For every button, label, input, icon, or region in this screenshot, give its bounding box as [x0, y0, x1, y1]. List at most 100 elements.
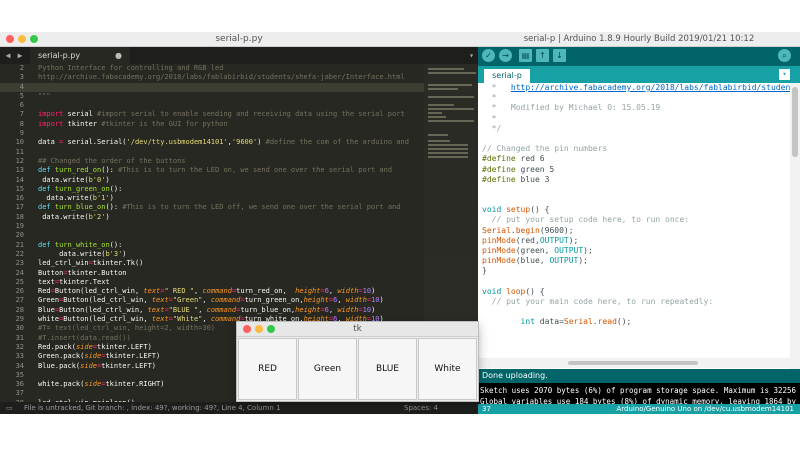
- line-number: 26: [15, 287, 24, 296]
- line-number: 33: [15, 352, 24, 361]
- line-number: 19: [15, 222, 24, 231]
- verify-button[interactable]: ✓: [482, 49, 495, 62]
- code-line: // Changed the pin numbers: [482, 144, 608, 154]
- tab-scroll-right-icon[interactable]: ▶: [14, 48, 26, 63]
- code-line: Blue=Button(led_ctrl_win, text="BLUE ", …: [38, 305, 376, 314]
- code-line: """: [38, 91, 51, 100]
- code-line: * http://archive.fabacademy.org/2018/lab…: [478, 83, 790, 93]
- code-link[interactable]: http://archive.fabacademy.org/2018/labs/…: [511, 83, 790, 92]
- code-line: #define blue 3: [482, 174, 550, 184]
- white-button[interactable]: White: [418, 338, 477, 400]
- code-line: *: [482, 113, 497, 123]
- code-line: void setup() {: [482, 205, 550, 215]
- code-line: * Modified by Michael O: 15.05.19: [482, 103, 661, 113]
- line-number: 15: [15, 184, 24, 193]
- line-number: 12: [15, 156, 24, 165]
- tk-window: tk RED Green BLUE White: [237, 322, 478, 401]
- arduino-footer: 37 Arduino/Genuino Uno on /dev/cu.usbmod…: [478, 404, 800, 414]
- editor-horizontal-scrollbar[interactable]: [478, 358, 790, 368]
- blue-button[interactable]: BLUE: [358, 338, 417, 400]
- code-line: pinMode(blue, OUTPUT);: [482, 256, 588, 266]
- window-title: serial-p.py: [215, 34, 263, 44]
- modified-indicator-icon[interactable]: ●: [115, 47, 122, 64]
- code-line: // put your main code here, to run repea…: [482, 296, 714, 306]
- line-number: 18: [15, 212, 24, 221]
- code-line: Red=Button(led_ctrl_win, text=" RED ", c…: [38, 287, 376, 296]
- line-number: 7: [19, 110, 24, 119]
- code-line: #define green 5: [482, 164, 555, 174]
- code-line: #define red 6: [482, 154, 545, 164]
- line-number: 27: [15, 296, 24, 305]
- code-line: led_ctrl_win=tkinter.Tk(): [38, 259, 144, 268]
- tab-menu-icon[interactable]: ▾: [779, 69, 790, 80]
- line-number: 11: [15, 147, 24, 156]
- code-line: text=tkinter.Text: [38, 277, 110, 286]
- line-number: 10: [15, 138, 24, 147]
- code-line: data.write(b'3'): [38, 249, 127, 258]
- zoom-window-button[interactable]: [30, 35, 38, 43]
- code-line: void loop() {: [482, 286, 545, 296]
- sublime-statusbar: ▭ File is untracked, Git branch: , index…: [0, 402, 478, 414]
- line-number: 31: [15, 333, 24, 342]
- minimize-window-button[interactable]: [18, 35, 26, 43]
- line-number: 23: [15, 259, 24, 268]
- tab-dropdown-icon[interactable]: ▾: [469, 47, 474, 64]
- code-line: Green=Button(led_ctrl_win, text="Green",…: [38, 296, 384, 305]
- save-sketch-button[interactable]: ↓: [553, 49, 566, 62]
- new-sketch-button[interactable]: ▤: [519, 49, 532, 62]
- sketch-editor[interactable]: * http://archive.fabacademy.org/2018/lab…: [478, 83, 790, 369]
- window-title: serial-p | Arduino 1.8.9 Hourly Build 20…: [523, 34, 755, 44]
- line-number: 9: [19, 129, 24, 138]
- code-line: data.write(b'1'): [38, 194, 114, 203]
- line-number: 35: [15, 370, 24, 379]
- code-line: http://archive.fabacademy.org/2018/labs/…: [38, 73, 405, 82]
- code-line: import tkinter #tkinter is the GUI for p…: [38, 119, 228, 128]
- code-line: def turn_blue_on(): #This is to turn the…: [38, 203, 401, 212]
- upload-button[interactable]: →: [499, 49, 512, 62]
- tab-label: serial-p.py: [38, 51, 81, 60]
- line-number-gutter: 2 3 4 5 6 7 8 9 10 11 12 13 14 15 16 17 18 19 20 21 22 23 24 25…: [0, 64, 28, 414]
- tk-button-row: RED Green BLUE White: [237, 337, 478, 401]
- current-line-number: 37: [482, 405, 491, 413]
- line-number: 6: [19, 101, 24, 110]
- serial-monitor-button[interactable]: ⌕: [778, 49, 791, 62]
- code-line: }: [482, 266, 487, 276]
- window-controls: [243, 325, 275, 333]
- board-port-info: Arduino/Genuino Uno on /dev/cu.usbmodem1…: [616, 405, 794, 413]
- line-number: 5: [19, 91, 24, 100]
- console-line: Sketch uses 2070 bytes (6%) of program s…: [480, 386, 797, 395]
- green-button[interactable]: Green: [298, 338, 357, 400]
- code-line: data = serial.Serial('/dev/tty.usbmodem1…: [38, 138, 409, 147]
- red-button[interactable]: RED: [238, 338, 297, 400]
- close-window-button[interactable]: [6, 35, 14, 43]
- close-window-button[interactable]: [243, 325, 251, 333]
- open-sketch-button[interactable]: ↑: [536, 49, 549, 62]
- line-number: 2: [19, 64, 24, 72]
- upload-status: Done uploading.: [478, 369, 800, 383]
- arduino-titlebar: serial-p | Arduino 1.8.9 Hourly Build 20…: [478, 32, 800, 47]
- code-line: pinMode(green, OUTPUT);: [482, 246, 593, 255]
- code-line: data.write(b'2'): [38, 212, 110, 221]
- line-number: 3: [19, 73, 24, 82]
- code-line: data.write(b'0'): [38, 175, 110, 184]
- zoom-window-button[interactable]: [267, 325, 275, 333]
- minimize-window-button[interactable]: [255, 325, 263, 333]
- code-line: *: [482, 93, 497, 103]
- arduino-toolbar: ✓ → ▤ ↑ ↓ ⌕: [478, 47, 800, 66]
- status-indentation[interactable]: Spaces: 4: [404, 402, 438, 414]
- editor-vertical-scrollbar[interactable]: [790, 83, 800, 369]
- line-number: 24: [15, 268, 24, 277]
- line-number: 32: [15, 342, 24, 351]
- tab-scroll-left-icon[interactable]: ◀: [2, 48, 14, 63]
- window-controls: [6, 35, 38, 43]
- panel-toggle-icon[interactable]: ▭: [6, 402, 13, 414]
- tab-serial-p[interactable]: serial-p.py ●: [30, 47, 130, 64]
- tab-serial-p[interactable]: serial-p: [484, 69, 530, 83]
- code-line: def turn_red_on(): #This is to turn the …: [38, 166, 393, 175]
